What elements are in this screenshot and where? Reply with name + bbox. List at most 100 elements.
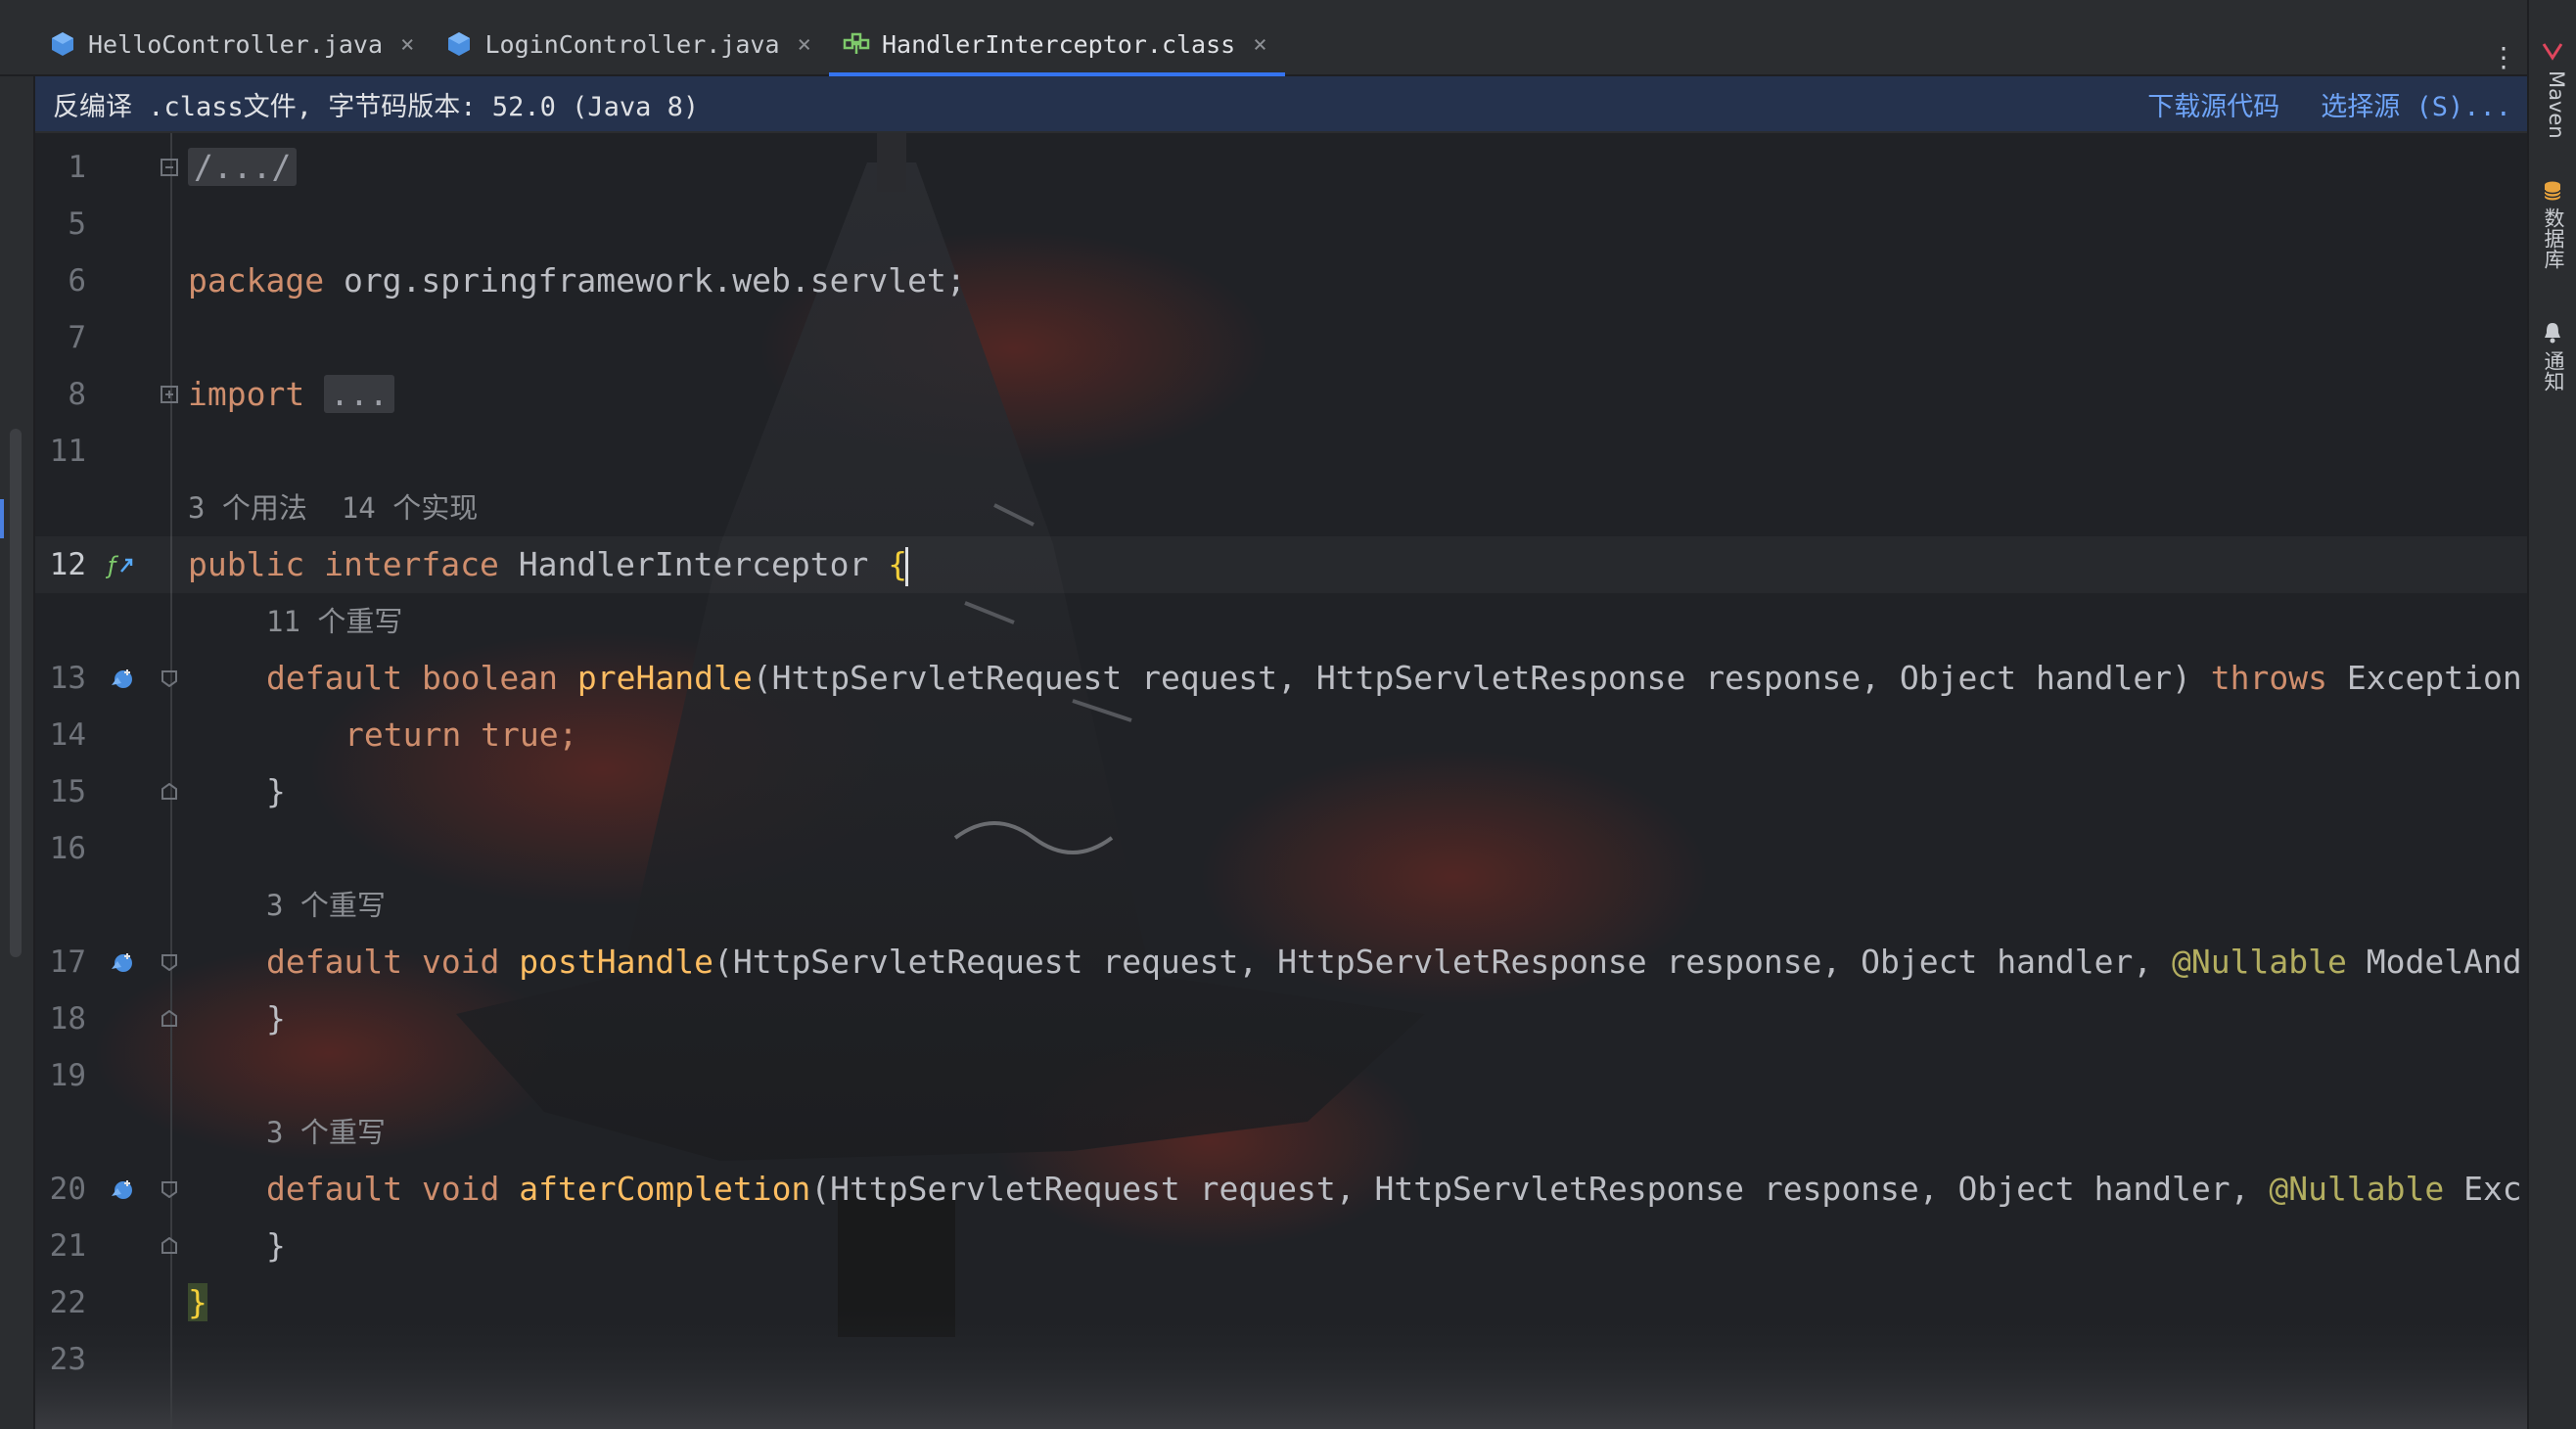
tab-label: LoginController.java	[484, 29, 780, 59]
code-text: default void afterCompletion(HttpServlet…	[266, 1170, 2522, 1208]
code-line: 1 /.../	[35, 139, 2529, 196]
code-line: 7	[35, 309, 2529, 366]
tab-handler-interceptor[interactable]: HandlerInterceptor.class ×	[828, 14, 1285, 76]
code-line: 6 package org.springframework.web.servle…	[35, 253, 2529, 309]
code-line: 23	[35, 1331, 2529, 1388]
line-number: 17	[49, 945, 86, 980]
text-caret	[905, 546, 909, 586]
line-number: 22	[49, 1285, 86, 1320]
java-interface-icon	[448, 32, 471, 56]
overridden-method-icon[interactable]	[106, 1175, 137, 1206]
line-number: 8	[68, 377, 86, 412]
banner-message: 反编译 .class文件, 字节码版本: 52.0 (Java 8)	[53, 91, 700, 122]
more-tabs-icon[interactable]: ⋮	[2490, 41, 2517, 73]
fold-end-icon[interactable]	[161, 1010, 178, 1028]
line-number: 6	[68, 263, 86, 299]
code-editor[interactable]: 1 /.../ 5 6 package org.springframework.…	[35, 133, 2529, 1429]
close-icon[interactable]: ×	[400, 30, 414, 58]
line-number: 23	[49, 1342, 86, 1377]
overrides-hint[interactable]: 11 个重写	[266, 593, 402, 650]
line-number: 15	[49, 774, 86, 809]
usages-hint[interactable]: 3 个用法 14 个实现	[188, 480, 478, 536]
svg-text:ƒ: ƒ	[106, 552, 119, 579]
code-line: 16	[35, 820, 2529, 877]
code-line: 13 default boolean preHandle(HttpServlet…	[35, 650, 2529, 707]
database-icon	[2544, 181, 2561, 201]
maven-tool-button[interactable]: Maven	[2537, 70, 2568, 139]
editor-tab-bar: HelloController.java × LoginController.j…	[0, 14, 2529, 76]
active-marker	[0, 499, 4, 538]
line-number: 21	[49, 1228, 86, 1264]
decompiled-banner: 反编译 .class文件, 字节码版本: 52.0 (Java 8) 下载源代码…	[35, 76, 2529, 131]
code-line: 19	[35, 1047, 2529, 1104]
code-text: default boolean preHandle(HttpServletReq…	[266, 659, 2522, 697]
left-scrollbar[interactable]	[10, 429, 22, 957]
code-text: public interface HandlerInterceptor {	[188, 536, 909, 593]
line-number: 20	[49, 1172, 86, 1207]
tab-label: HandlerInterceptor.class	[881, 29, 1236, 59]
left-tool-strip	[0, 76, 35, 1429]
choose-sources-link[interactable]: 选择源 (S)...	[2321, 85, 2511, 123]
tab-hello-controller[interactable]: HelloController.java ×	[35, 14, 432, 74]
close-icon[interactable]: ×	[1253, 30, 1266, 58]
code-text: }	[266, 1226, 286, 1265]
line-number: 18	[49, 1001, 86, 1037]
code-text: package org.springframework.web.servlet;	[188, 261, 966, 300]
fold-minus-icon[interactable]	[161, 953, 178, 971]
line-number: 19	[49, 1058, 86, 1093]
code-text: default void postHandle(HttpServletReque…	[266, 943, 2522, 981]
code-line: 11	[35, 423, 2529, 480]
fold-minus-icon[interactable]	[161, 669, 178, 687]
implemented-icon[interactable]: ƒ	[106, 550, 137, 581]
banner-links: 下载源代码 选择源 (S)...	[2147, 85, 2511, 123]
code-line: 18 }	[35, 991, 2529, 1047]
fold-plus-icon[interactable]	[161, 386, 178, 403]
inlay-hint-line: 3 个重写	[35, 1104, 2529, 1161]
code-text: }	[188, 1283, 207, 1321]
code-line: 14 return true;	[35, 707, 2529, 763]
code-text: import ...	[188, 366, 394, 423]
fold-minus-icon[interactable]	[161, 1180, 178, 1198]
tab-label: HelloController.java	[88, 29, 384, 59]
line-number: 5	[68, 207, 86, 242]
line-number: 12	[49, 547, 86, 582]
fold-end-icon[interactable]	[161, 783, 178, 801]
fold-end-icon[interactable]	[161, 1237, 178, 1255]
code-line: 20 default void afterCompletion(HttpServ…	[35, 1161, 2529, 1218]
folded-comment[interactable]: /.../	[188, 148, 298, 186]
code-text: }	[266, 772, 286, 810]
fold-plus-icon[interactable]	[161, 159, 178, 176]
notifications-tool-button[interactable]: 通知	[2537, 350, 2568, 392]
line-number: 7	[68, 320, 86, 355]
inlay-hint-line: 3 个重写	[35, 877, 2529, 934]
folded-imports[interactable]: ...	[324, 375, 394, 413]
code-text: }	[266, 999, 286, 1037]
code-line-current: 12 ƒ public interface HandlerInterceptor…	[35, 536, 2529, 593]
code-line: 22 }	[35, 1274, 2529, 1331]
database-tool-button[interactable]: 数据库	[2537, 207, 2568, 269]
line-number: 13	[49, 661, 86, 696]
code-line: 15 }	[35, 763, 2529, 820]
code-line: 21 }	[35, 1218, 2529, 1274]
overrides-hint[interactable]: 3 个重写	[266, 877, 386, 934]
code-text: /.../	[188, 139, 298, 196]
overridden-method-icon[interactable]	[106, 664, 137, 695]
line-number: 16	[49, 831, 86, 866]
inlay-hint-line: 11 个重写	[35, 593, 2529, 650]
overrides-hint[interactable]: 3 个重写	[266, 1104, 386, 1161]
code-line: 17 default void postHandle(HttpServletRe…	[35, 934, 2529, 991]
line-number: 14	[49, 717, 86, 753]
maven-icon	[2542, 43, 2563, 61]
code-text: return true;	[345, 715, 578, 754]
ide-window: HelloController.java × LoginController.j…	[0, 0, 2576, 1429]
download-sources-link[interactable]: 下载源代码	[2147, 85, 2279, 123]
code-line: 8 import ...	[35, 366, 2529, 423]
class-file-icon	[843, 32, 870, 54]
bell-icon	[2545, 323, 2560, 344]
overridden-method-icon[interactable]	[106, 947, 137, 979]
title-bar	[0, 0, 2576, 14]
line-number: 11	[49, 434, 86, 469]
java-interface-icon	[52, 32, 73, 56]
tab-login-controller[interactable]: LoginController.java ×	[432, 14, 828, 74]
close-icon[interactable]: ×	[798, 30, 811, 58]
